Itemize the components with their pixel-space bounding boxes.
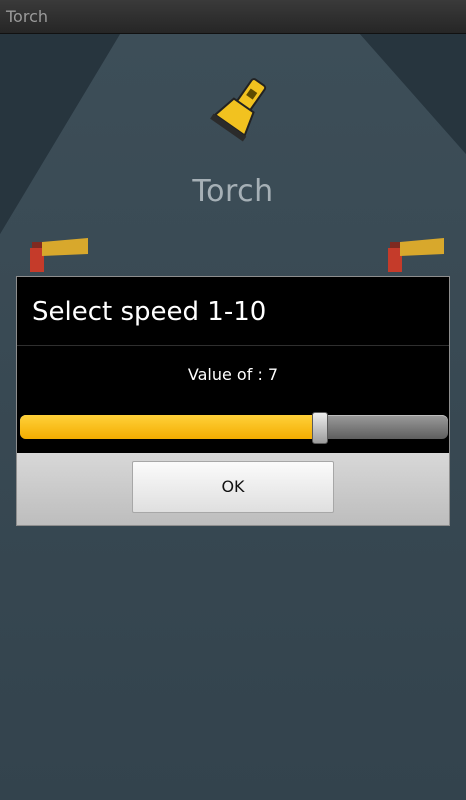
app-title: Torch: [6, 7, 49, 26]
slider-fill: [20, 415, 320, 439]
flashlight-icon: [210, 78, 267, 142]
speed-dialog: Select speed 1-10 Value of : 7 OK: [16, 276, 450, 526]
ok-button[interactable]: OK: [132, 461, 334, 513]
dialog-button-bar: OK: [17, 453, 449, 525]
background-title: Torch: [192, 174, 274, 209]
speed-slider[interactable]: [20, 412, 448, 444]
value-label: Value of : 7: [187, 365, 279, 384]
title-divider: [17, 345, 449, 346]
dialog-title: Select speed 1-10: [32, 297, 267, 327]
slider-track[interactable]: [20, 415, 448, 439]
slider-thumb[interactable]: [312, 412, 328, 444]
app-title-bar: Torch: [0, 0, 466, 34]
